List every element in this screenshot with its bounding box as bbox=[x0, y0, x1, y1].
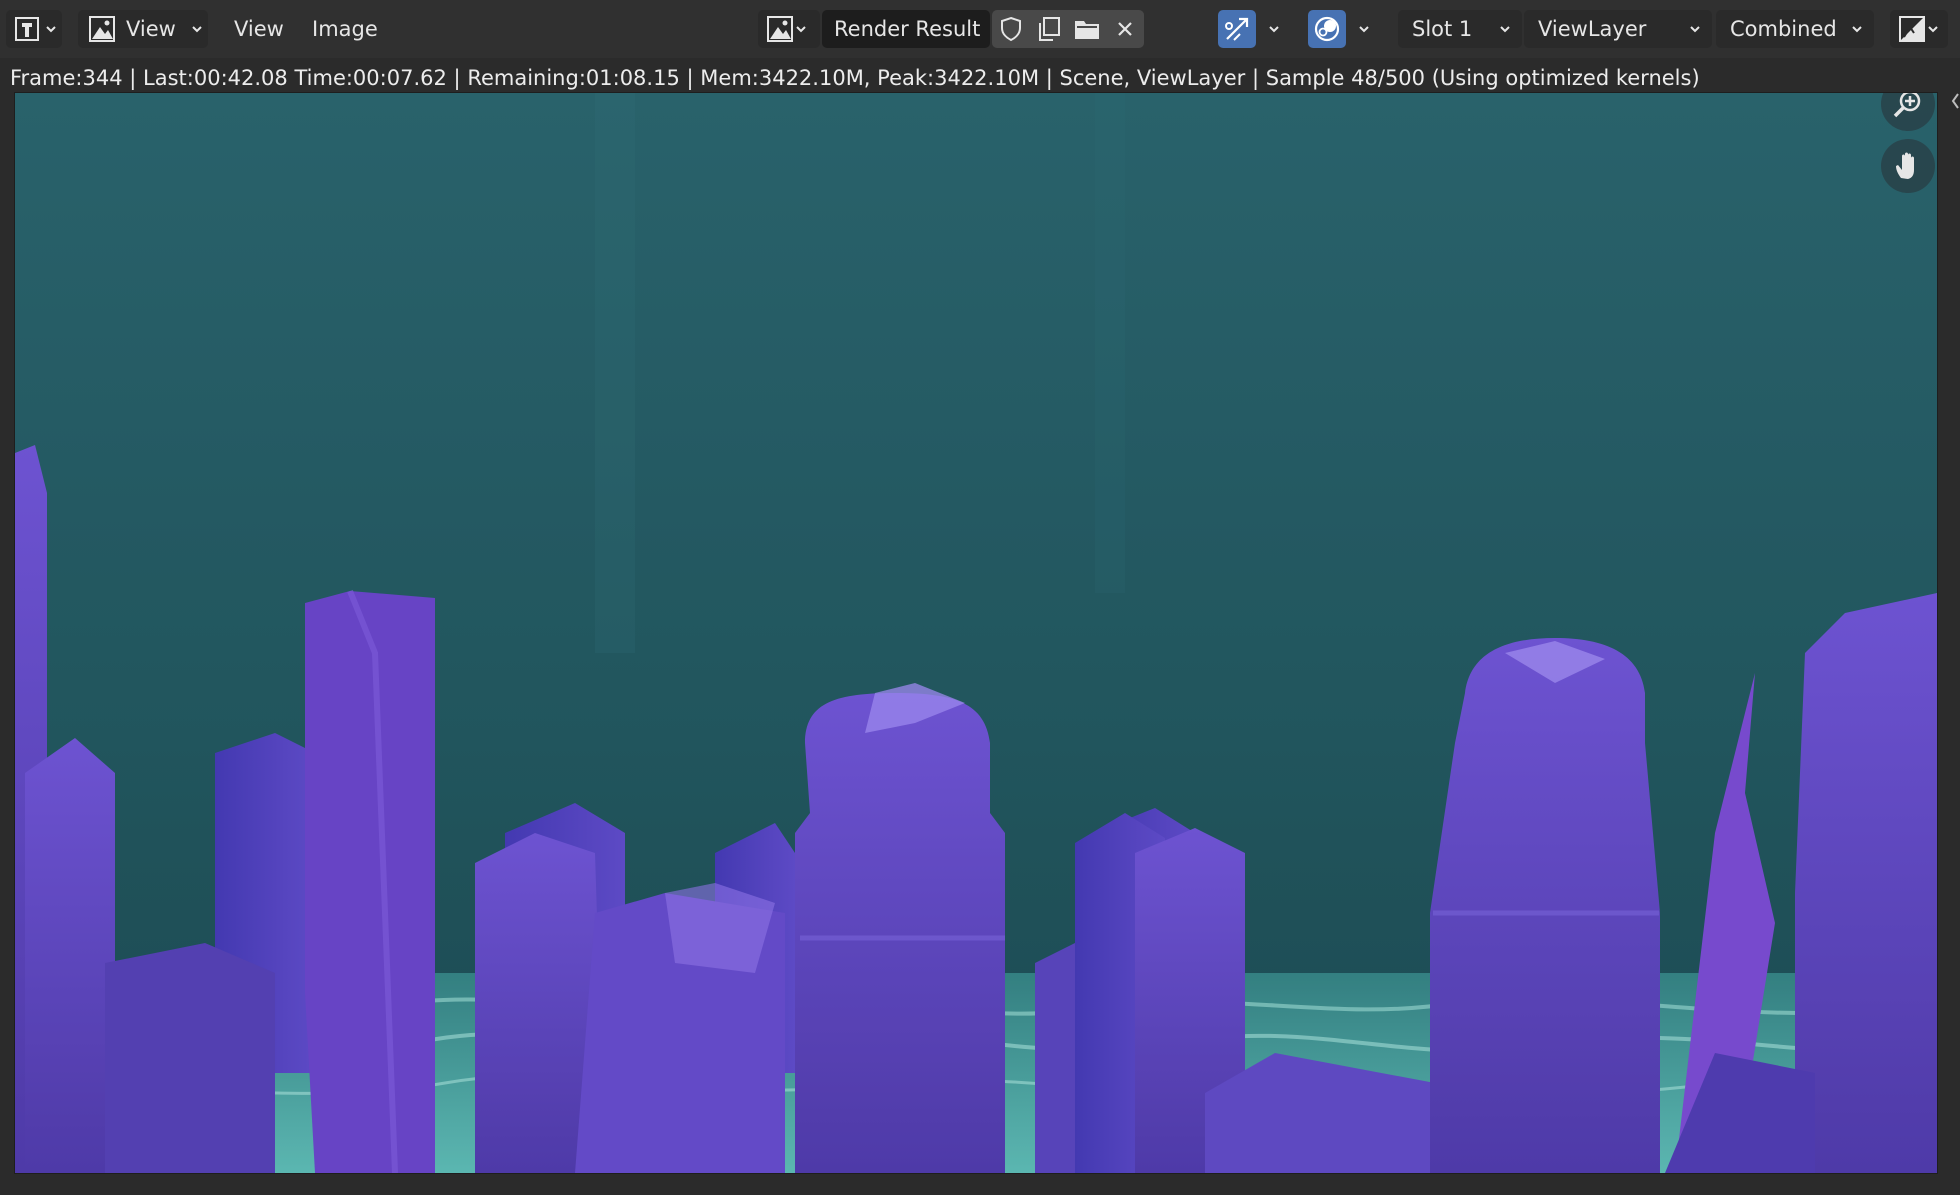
status-mem: Mem:3422.10M, Peak:3422.10M bbox=[700, 66, 1040, 90]
gizmo-icon bbox=[1222, 14, 1252, 44]
menu-image[interactable]: Image bbox=[304, 10, 386, 48]
render-status-line: Frame:344 | Last:00:42.08 Time:00:07.62 … bbox=[10, 62, 1700, 94]
image-mode-icon bbox=[88, 15, 116, 43]
overlay-dropdown[interactable] bbox=[1352, 10, 1376, 48]
render-image bbox=[15, 93, 1937, 1173]
image-browse-button[interactable] bbox=[758, 10, 820, 48]
shield-icon[interactable] bbox=[992, 10, 1030, 48]
render-viewport[interactable] bbox=[14, 92, 1938, 1174]
chevron-down-icon bbox=[1926, 22, 1940, 36]
status-separator: | bbox=[686, 66, 701, 90]
mode-dropdown[interactable]: View bbox=[78, 10, 208, 48]
close-icon[interactable] bbox=[1106, 10, 1144, 48]
duplicate-icon[interactable] bbox=[1030, 10, 1068, 48]
status-scene: Scene, ViewLayer bbox=[1059, 66, 1246, 90]
image-actions-group bbox=[992, 10, 1144, 48]
view-layer-dropdown[interactable]: ViewLayer bbox=[1524, 10, 1712, 48]
gizmo-dropdown[interactable] bbox=[1262, 10, 1286, 48]
chevron-down-icon bbox=[1357, 22, 1371, 36]
chevron-down-icon bbox=[190, 22, 204, 36]
image-editor-header: View View Image Render Result Slot 1 Vie… bbox=[0, 0, 1960, 58]
overlay-icon bbox=[1312, 14, 1342, 44]
status-last: Last:00:42.08 bbox=[143, 66, 288, 90]
pass-dropdown[interactable]: Combined bbox=[1716, 10, 1874, 48]
chevron-down-icon bbox=[1267, 22, 1281, 36]
zoom-in-icon bbox=[1892, 93, 1924, 120]
gizmo-toggle[interactable] bbox=[1218, 10, 1256, 48]
slot-dropdown[interactable]: Slot 1 bbox=[1398, 10, 1522, 48]
display-channels-dropdown[interactable] bbox=[1890, 10, 1948, 48]
pan-button[interactable] bbox=[1881, 139, 1935, 193]
chevron-down-icon bbox=[44, 22, 58, 36]
status-separator: | bbox=[129, 66, 144, 90]
status-remaining: Remaining:01:08.15 bbox=[467, 66, 680, 90]
mode-label: View bbox=[126, 17, 176, 41]
chevron-down-icon bbox=[794, 22, 808, 36]
image-name-field[interactable]: Render Result bbox=[822, 10, 990, 48]
chevron-down-icon bbox=[1498, 22, 1512, 36]
menu-view[interactable]: View bbox=[226, 10, 292, 48]
sidebar-toggle[interactable] bbox=[1950, 90, 1960, 112]
editor-type-button[interactable] bbox=[6, 10, 62, 48]
status-separator: | bbox=[1251, 66, 1266, 90]
display-channels-icon bbox=[1898, 15, 1926, 43]
status-separator: | bbox=[453, 66, 468, 90]
chevron-down-icon bbox=[1688, 22, 1702, 36]
image-browse-icon bbox=[766, 15, 794, 43]
image-editor-icon bbox=[14, 15, 44, 43]
status-separator: | bbox=[1045, 66, 1060, 90]
status-frame: Frame:344 bbox=[10, 66, 123, 90]
folder-icon[interactable] bbox=[1068, 10, 1106, 48]
status-time: Time:00:07.62 bbox=[294, 66, 447, 90]
overlay-toggle[interactable] bbox=[1308, 10, 1346, 48]
hand-icon bbox=[1892, 150, 1924, 182]
status-sample: Sample 48/500 (Using optimized kernels) bbox=[1265, 66, 1700, 90]
chevron-down-icon bbox=[1850, 22, 1864, 36]
